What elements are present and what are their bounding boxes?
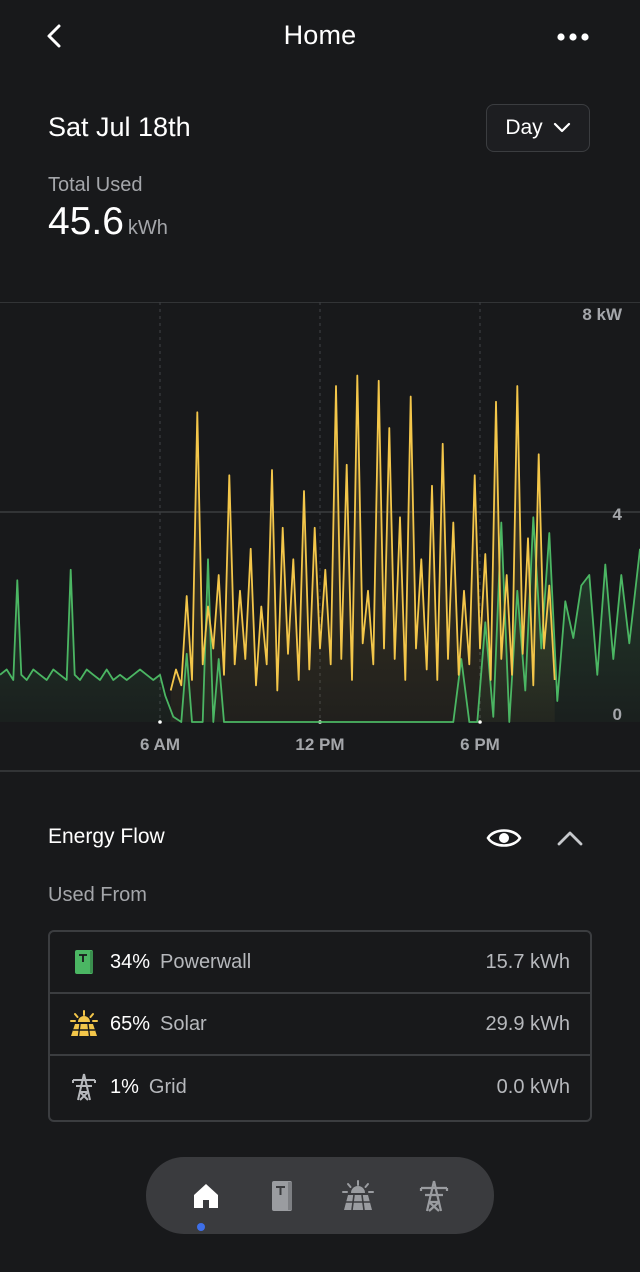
date-label: Sat Jul 18th <box>48 112 191 142</box>
visibility-toggle-button[interactable] <box>484 820 524 856</box>
source-percent: 34% <box>110 950 151 973</box>
source-percent: 1% <box>110 1075 139 1098</box>
solar-icon <box>342 1179 374 1210</box>
page-title: Home <box>283 20 357 50</box>
source-row-solar[interactable]: 65% Solar 29.9 kWh <box>50 994 590 1056</box>
nav-solar[interactable] <box>333 1171 383 1221</box>
y-tick-label: 0 <box>613 705 622 724</box>
total-used-label: Total Used <box>48 174 143 196</box>
source-value: 29.9 kWh <box>485 1012 570 1035</box>
chevron-down-icon <box>553 122 570 133</box>
more-dots-icon <box>557 33 589 41</box>
collapse-button[interactable] <box>552 820 588 856</box>
grid-tower-icon <box>68 1071 100 1103</box>
source-percent: 65% <box>110 1012 151 1035</box>
total-used-unit: kWh <box>127 217 168 239</box>
nav-home[interactable] <box>181 1171 231 1221</box>
x-tick-label: 12 PM <box>295 735 344 754</box>
y-tick-label: 8 kW <box>582 305 623 324</box>
used-from-label: Used From <box>48 884 147 906</box>
total-used-number: 45.6 <box>48 200 124 243</box>
home-icon <box>194 1183 218 1208</box>
y-tick-label: 4 <box>613 505 623 524</box>
source-name: Powerwall <box>160 950 252 973</box>
x-tick-label: 6 PM <box>460 735 500 754</box>
period-select-label: Day <box>505 116 543 139</box>
total-used-value: 45.6 kWh <box>48 200 168 244</box>
chevron-up-icon <box>557 831 583 846</box>
power-chart: 8 kW 4 0 6 AM 12 PM 6 PM <box>0 302 640 772</box>
nav-powerwall[interactable] <box>257 1171 307 1221</box>
source-name: Solar <box>160 1012 207 1035</box>
powerwall-icon <box>272 1180 292 1211</box>
x-tick-label: 6 AM <box>140 735 180 754</box>
powerwall-icon <box>68 946 100 978</box>
source-value: 0.0 kWh <box>496 1075 570 1098</box>
eye-icon <box>486 829 522 847</box>
active-tab-indicator <box>197 1223 205 1231</box>
nav-grid[interactable] <box>409 1171 459 1221</box>
grid-tower-icon <box>419 1180 449 1212</box>
source-name: Grid <box>148 1075 187 1098</box>
period-select[interactable]: Day <box>486 104 590 152</box>
source-value: 15.7 kWh <box>485 950 570 973</box>
energy-flow-title: Energy Flow <box>48 825 165 848</box>
solar-icon <box>68 1008 100 1040</box>
source-row-grid[interactable]: 1% Grid 0.0 kWh <box>50 1056 590 1118</box>
more-options-button[interactable] <box>548 18 598 58</box>
source-row-powerwall[interactable]: 34% Powerwall 15.7 kWh <box>50 932 590 994</box>
energy-sources-list: 34% Powerwall 15.7 kWh 65% Solar 29.9 kW… <box>48 930 592 1122</box>
